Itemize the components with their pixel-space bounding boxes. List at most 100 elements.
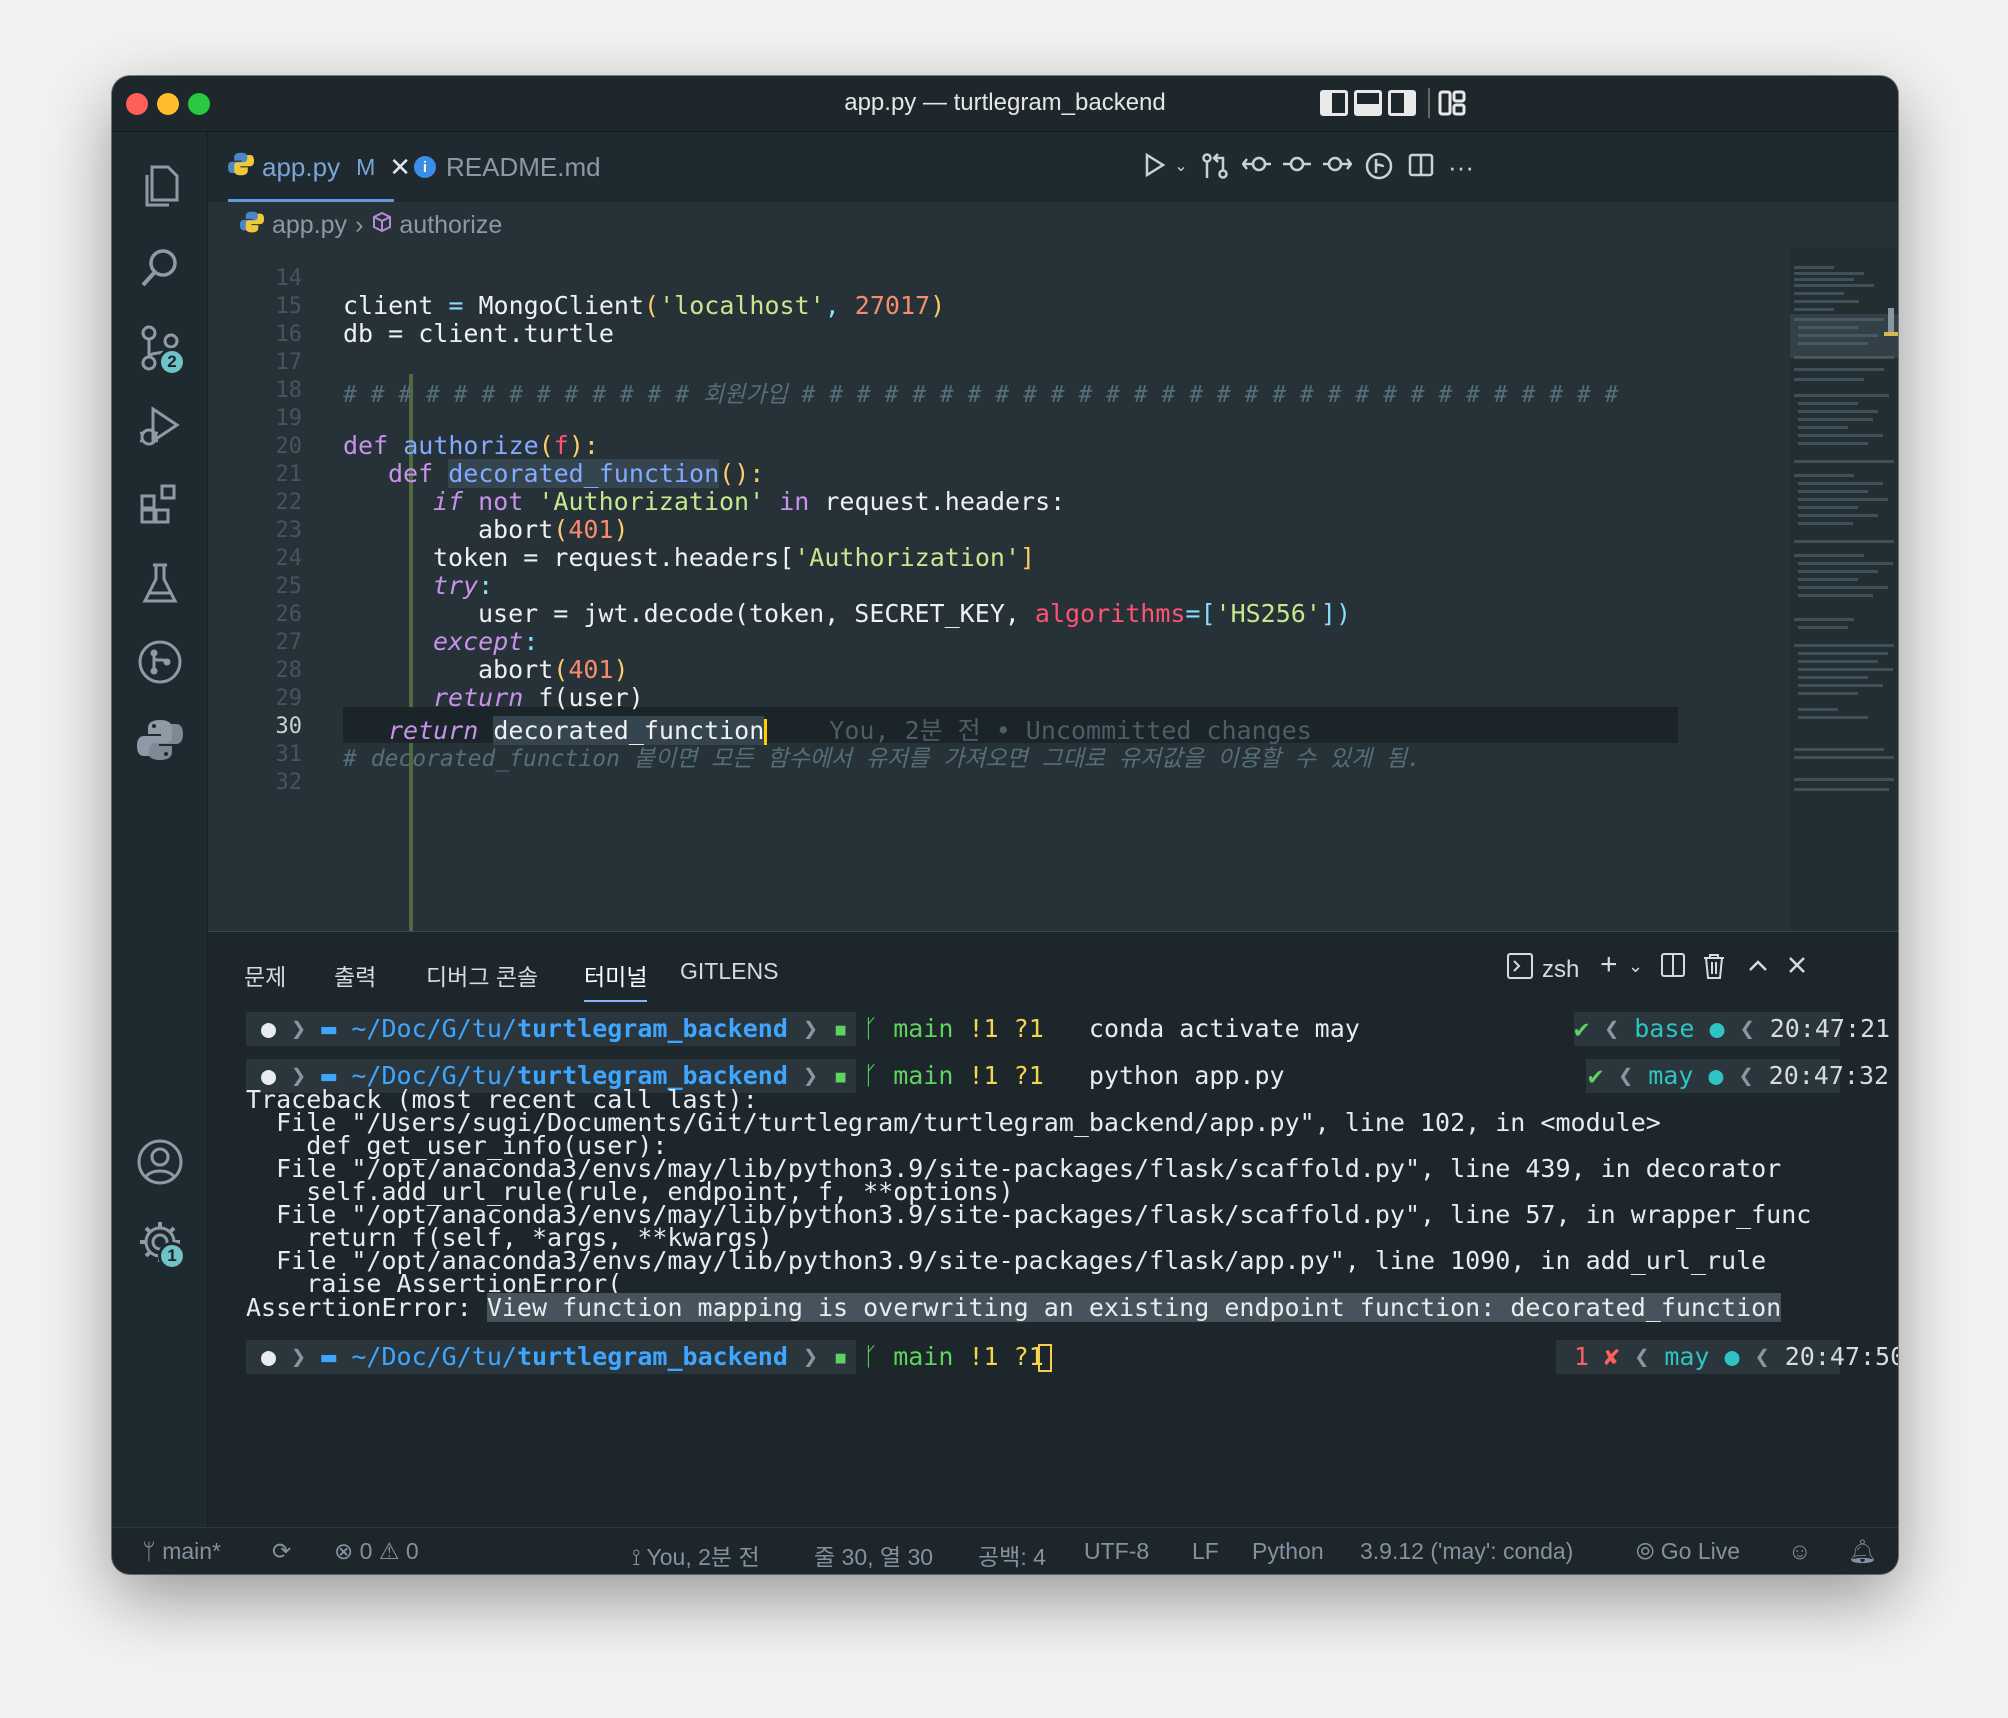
problems-status[interactable]: ⊗ 0 ⚠ 0 bbox=[334, 1538, 419, 1565]
error-icon: ⊗ bbox=[334, 1538, 360, 1564]
split-editor-icon[interactable] bbox=[1406, 152, 1436, 182]
blame-status[interactable]: ⟟ You, 2분 전 bbox=[632, 1538, 760, 1572]
notifications-bell-icon[interactable]: 🔔︎ bbox=[1848, 1538, 1877, 1565]
customize-layout-icon[interactable] bbox=[1438, 90, 1466, 116]
close-panel-icon[interactable] bbox=[1786, 954, 1808, 983]
line-number: 31 bbox=[275, 742, 303, 767]
extensions-icon[interactable] bbox=[130, 474, 190, 534]
source-control-icon[interactable]: 2 bbox=[130, 318, 190, 378]
tab-app-py[interactable]: app.py M ✕ bbox=[228, 132, 411, 202]
activity-bar: 2 1 bbox=[112, 132, 208, 1527]
maximize-panel-icon[interactable] bbox=[1746, 954, 1770, 985]
gitlens-icon[interactable] bbox=[130, 632, 190, 692]
line-number: 32 bbox=[275, 770, 303, 795]
tab-problems[interactable]: 문제 bbox=[244, 958, 286, 992]
tab-output[interactable]: 출력 bbox=[334, 958, 376, 992]
minimap[interactable] bbox=[1790, 248, 1898, 931]
code-line-20: def authorize(f): bbox=[343, 431, 599, 460]
chevron-down-icon[interactable]: ⌄ bbox=[1166, 152, 1196, 182]
tab-gitlens[interactable]: GITLENS bbox=[680, 958, 778, 985]
commit-icon: ⟟ bbox=[632, 1544, 647, 1570]
account-icon[interactable] bbox=[130, 1132, 190, 1192]
tab-debug-console[interactable]: 디버그 콘솔 bbox=[426, 958, 538, 992]
more-actions-icon[interactable]: ··· bbox=[1446, 152, 1476, 182]
line-number: 23 bbox=[275, 518, 303, 543]
warning-icon: ⚠ bbox=[372, 1538, 406, 1564]
code-line-16: db = client.turtle bbox=[343, 319, 614, 348]
toggle-panel-icon[interactable] bbox=[1354, 90, 1382, 116]
code-line-22: if not 'Authorization' in request.header… bbox=[433, 487, 1066, 516]
git-branch-icon: ᛘ bbox=[142, 1538, 163, 1564]
bottom-panel: 문제 출력 디버그 콘솔 터미널 GITLENS zsh + ⌄ ● ❯ ▬ ~… bbox=[208, 931, 1898, 1527]
end-of-line[interactable]: LF bbox=[1192, 1538, 1219, 1565]
code-line-21: def decorated_function(): bbox=[388, 459, 765, 488]
split-terminal-icon[interactable] bbox=[1660, 952, 1686, 985]
line-number: 19 bbox=[275, 406, 303, 431]
line-number: 27 bbox=[275, 630, 303, 655]
open-changes-icon[interactable] bbox=[1200, 152, 1230, 182]
info-icon: i bbox=[414, 156, 436, 178]
line-number: 17 bbox=[275, 350, 303, 375]
settings-badge: 1 bbox=[158, 1242, 186, 1270]
selected-text: View function mapping is overwriting an … bbox=[486, 1293, 1782, 1322]
commit-icon[interactable] bbox=[1282, 152, 1312, 182]
window-title: app.py — turtlegram_backend bbox=[844, 89, 1166, 116]
cursor-position[interactable]: 줄 30, 열 30 bbox=[814, 1538, 933, 1572]
code-line-28: abort(401) bbox=[478, 655, 629, 684]
tab-label: README.md bbox=[446, 151, 601, 182]
tab-readme[interactable]: i README.md bbox=[414, 132, 601, 202]
chevron-right-icon: › bbox=[355, 210, 364, 239]
code-line-23: abort(401) bbox=[478, 515, 629, 544]
line-number: 18 bbox=[275, 378, 303, 403]
next-revision-icon[interactable] bbox=[1322, 152, 1353, 182]
run-debug-icon[interactable] bbox=[130, 396, 190, 456]
terminal-prompt-3: ● ❯ ▬ ~/Doc/G/tu/turtlegram_backend ❯ ▪ … bbox=[246, 1342, 1044, 1371]
language-mode[interactable]: Python bbox=[1252, 1538, 1324, 1565]
terminal-dropdown-icon[interactable]: ⌄ bbox=[1628, 956, 1643, 977]
shell-name[interactable]: zsh bbox=[1542, 956, 1579, 984]
gitlens-inspect-icon[interactable] bbox=[1364, 152, 1394, 182]
tab-label: app.py bbox=[262, 151, 341, 182]
toggle-primary-sidebar-icon[interactable] bbox=[1320, 90, 1348, 116]
breadcrumb: app.py › authorize bbox=[208, 202, 1898, 248]
close-tab-icon[interactable]: ✕ bbox=[389, 152, 411, 183]
apple-icon: ● bbox=[246, 1014, 292, 1043]
vscode-window: app.py — turtlegram_backend 2 1 app.py M… bbox=[112, 76, 1898, 1574]
line-number: 22 bbox=[275, 490, 303, 515]
toggle-secondary-sidebar-icon[interactable] bbox=[1388, 90, 1416, 116]
beaker-icon[interactable] bbox=[130, 554, 190, 614]
tab-terminal[interactable]: 터미널 bbox=[584, 958, 648, 1002]
breadcrumb-file[interactable]: app.py bbox=[272, 211, 347, 240]
line-number: 28 bbox=[275, 658, 303, 683]
python-icon[interactable] bbox=[130, 710, 190, 770]
python-interpreter[interactable]: 3.9.12 ('may': conda) bbox=[1360, 1538, 1573, 1565]
trash-icon[interactable] bbox=[1702, 952, 1726, 987]
code-line-29: return f(user) bbox=[433, 683, 644, 712]
new-terminal-icon[interactable]: + bbox=[1600, 948, 1618, 982]
line-number: 21 bbox=[275, 462, 303, 487]
search-icon[interactable] bbox=[130, 238, 190, 298]
code-line-27: except: bbox=[433, 627, 539, 656]
line-number: 24 bbox=[275, 546, 303, 571]
line-number: 14 bbox=[275, 266, 303, 291]
python-file-icon bbox=[228, 151, 254, 184]
breadcrumb-symbol[interactable]: authorize bbox=[399, 211, 502, 240]
files-icon[interactable] bbox=[130, 156, 190, 216]
status-bar: ᛘ main* ⟳ ⊗ 0 ⚠ 0 ⟟ You, 2분 전 줄 30, 열 30… bbox=[112, 1527, 1898, 1574]
go-live[interactable]: ⦾ Go Live bbox=[1636, 1538, 1740, 1565]
terminal-cursor bbox=[1038, 1344, 1052, 1372]
code-editor[interactable]: 14 15 16 17 18 19 20 21 22 23 24 25 26 2… bbox=[208, 248, 1898, 931]
terminal-shell-icon[interactable] bbox=[1506, 952, 1534, 987]
encoding[interactable]: UTF-8 bbox=[1084, 1538, 1149, 1565]
line-number: 20 bbox=[275, 434, 303, 459]
settings-gear-icon[interactable]: 1 bbox=[130, 1212, 190, 1272]
line-number: 26 bbox=[275, 602, 303, 627]
branch-status[interactable]: ᛘ main* bbox=[142, 1538, 221, 1565]
previous-revision-icon[interactable] bbox=[1241, 152, 1272, 182]
code-line-18: # # # # # # # # # # # # # 회원가입 # # # # #… bbox=[343, 382, 1619, 408]
sync-icon[interactable]: ⟳ bbox=[272, 1538, 291, 1565]
indentation[interactable]: 공백: 4 bbox=[978, 1538, 1046, 1572]
feedback-icon[interactable]: ☺ bbox=[1788, 1538, 1811, 1565]
code-line-25: try: bbox=[433, 571, 494, 600]
code-line-31: # decorated_function 붙이면 모든 함수에서 유저를 가져오… bbox=[343, 746, 1421, 772]
